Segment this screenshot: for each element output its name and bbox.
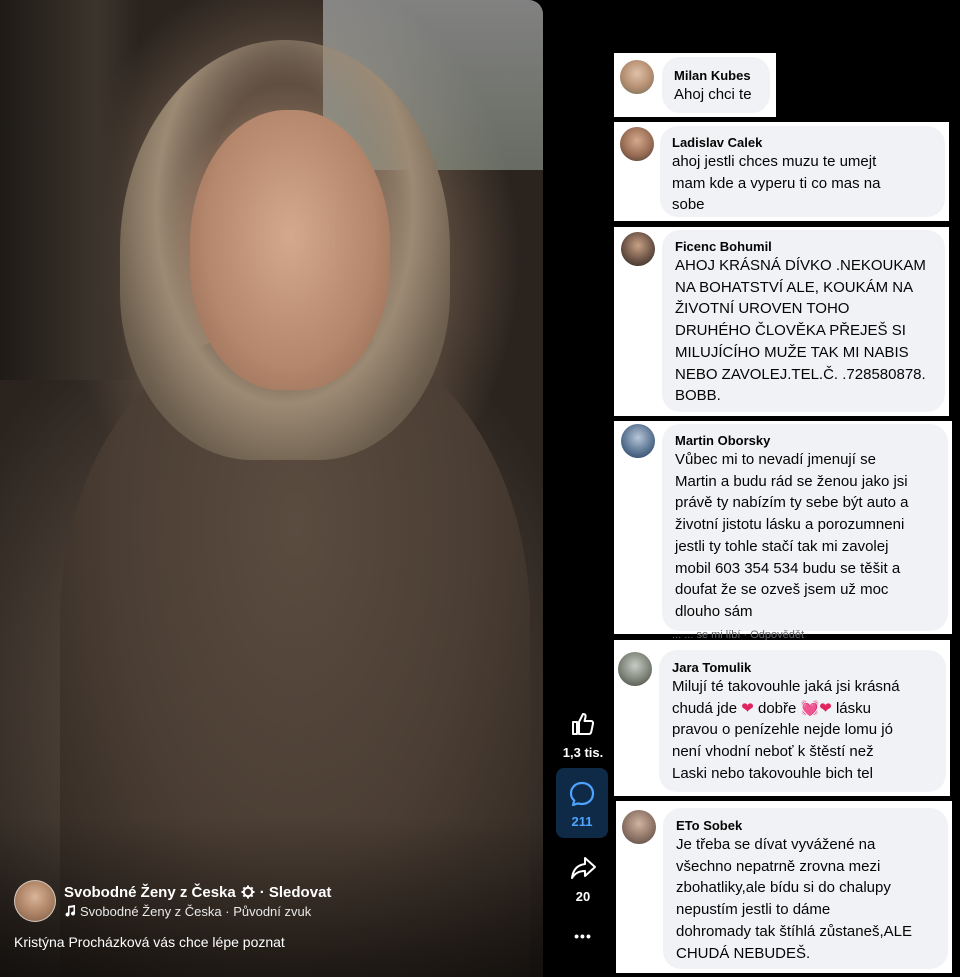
- share-action[interactable]: 20: [555, 854, 611, 904]
- face-shape: [190, 110, 390, 390]
- like-count: 1,3 tis.: [562, 745, 604, 760]
- follow-button[interactable]: · Sledovat: [260, 884, 332, 901]
- page-avatar[interactable]: [14, 880, 56, 922]
- comment-text: Ahoj chci te: [674, 86, 752, 103]
- share-arrow-icon: [571, 857, 596, 879]
- barn-background: [0, 0, 140, 380]
- like-action[interactable]: 1,3 tis.: [555, 710, 611, 760]
- reel-video[interactable]: Svobodné Ženy z Česka · Sledovat Svobodn…: [0, 0, 543, 977]
- heart-exclamation-icon: 💓: [800, 699, 820, 717]
- commenter-name[interactable]: Jara Tomulik: [672, 660, 900, 675]
- share-count: 20: [575, 889, 591, 904]
- red-heart-icon: ❤: [741, 699, 754, 717]
- music-note-icon: [65, 905, 76, 917]
- comment-bubble: Jara Tomulik Milují té takovouhle jaká j…: [659, 650, 946, 792]
- commenter-name[interactable]: Ladislav Calek: [672, 135, 880, 150]
- comment-text: AHOJ KRÁSNÁ DÍVKO .NEKOUKAM NA BOHATSTVÍ…: [675, 257, 926, 405]
- commenter-name[interactable]: Ficenc Bohumil: [675, 239, 926, 254]
- comment-card: Ficenc Bohumil AHOJ KRÁSNÁ DÍVKO .NEKOUK…: [614, 227, 949, 416]
- comment-card: Ladislav Calek ahoj jestli chces muzu te…: [614, 122, 949, 221]
- gear-badge-icon: [241, 885, 255, 899]
- comment-text-part: dobře: [753, 699, 801, 717]
- red-heart-icon: ❤: [819, 699, 832, 717]
- commenter-avatar[interactable]: [622, 810, 656, 844]
- comment-bubble: ETo Sobek Je třeba se dívat vyvážené na …: [663, 808, 948, 969]
- comment-action[interactable]: 211: [556, 768, 608, 838]
- more-options-button[interactable]: •••: [555, 928, 611, 944]
- comment-text: Je třeba se dívat vyvážené na všechno ne…: [676, 836, 912, 962]
- commenter-name[interactable]: ETo Sobek: [676, 818, 912, 833]
- commenter-name[interactable]: Martin Oborsky: [675, 433, 908, 448]
- comment-card: Milan Kubes Ahoj chci te: [614, 53, 776, 117]
- comment-bubble: Martin Oborsky Vůbec mi to nevadí jmenuj…: [662, 424, 948, 631]
- commenter-name[interactable]: Milan Kubes: [674, 68, 752, 83]
- thumbs-up-icon: [572, 713, 595, 735]
- comment-card: ETo Sobek Je třeba se dívat vyvážené na …: [616, 801, 952, 973]
- commenter-avatar[interactable]: [621, 232, 655, 266]
- comment-text: ahoj jestli chces muzu te umejt mam kde …: [672, 153, 881, 214]
- comment-bubble-icon: [569, 781, 595, 807]
- comment-count: 211: [571, 814, 593, 829]
- comment-bubble: Ficenc Bohumil AHOJ KRÁSNÁ DÍVKO .NEKOUK…: [662, 230, 945, 412]
- comment-card: Martin Oborsky Vůbec mi to nevadí jmenuj…: [614, 421, 952, 634]
- comment-bubble: Milan Kubes Ahoj chci te: [662, 57, 770, 113]
- commenter-avatar[interactable]: [620, 127, 654, 161]
- reel-caption: Kristýna Procházková vás chce lépe pozna…: [14, 934, 285, 950]
- reel-owner: Svobodné Ženy z Česka · Sledovat Svobodn…: [14, 880, 331, 922]
- comment-text: Milují té takovouhle jaká jsi krásná chu…: [672, 676, 900, 785]
- audio-link[interactable]: Svobodné Ženy z Česka · Původní zvuk: [80, 904, 311, 919]
- commenter-avatar[interactable]: [621, 424, 655, 458]
- commenter-avatar[interactable]: [618, 652, 652, 686]
- comment-bubble: Ladislav Calek ahoj jestli chces muzu te…: [660, 126, 945, 217]
- page-name-link[interactable]: Svobodné Ženy z Česka: [64, 884, 236, 901]
- comment-card: Jara Tomulik Milují té takovouhle jaká j…: [614, 640, 950, 796]
- commenter-avatar[interactable]: [620, 60, 654, 94]
- comment-text: Vůbec mi to nevadí jmenují se Martin a b…: [675, 451, 909, 620]
